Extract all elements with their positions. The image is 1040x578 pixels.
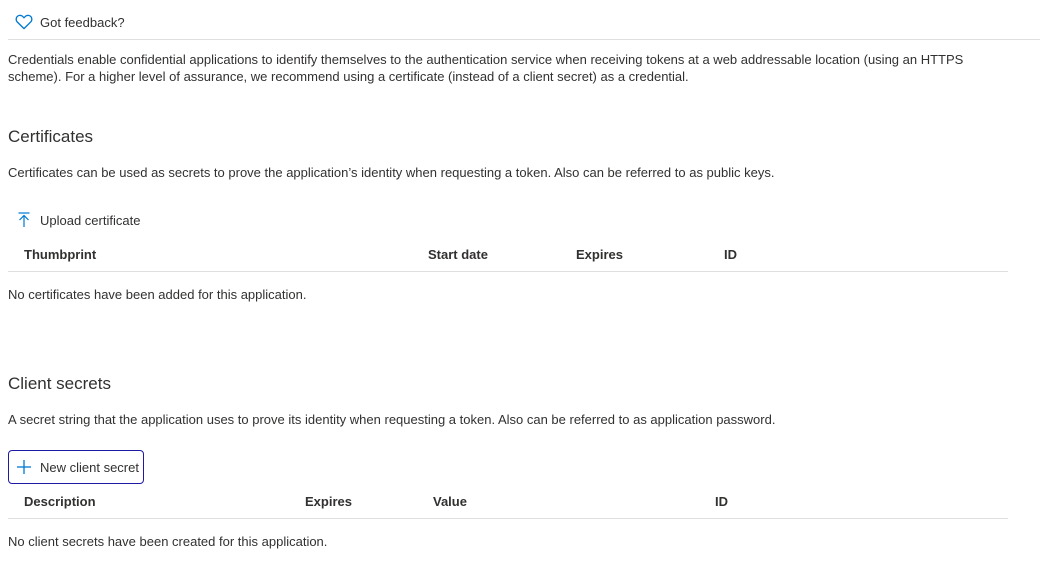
column-header-thumbprint[interactable]: Thumbprint (24, 238, 96, 272)
divider (8, 39, 1040, 40)
certificates-title: Certificates (8, 127, 94, 146)
credentials-page: Got feedback? Credentials enable confide… (0, 0, 1040, 578)
upload-icon (15, 211, 33, 229)
new-client-secret-label: New client secret (40, 459, 139, 475)
feedback-button[interactable]: Got feedback? (8, 8, 125, 36)
column-header-start-date[interactable]: Start date (428, 238, 488, 272)
plus-icon (15, 458, 33, 476)
column-header-expires[interactable]: Expires (576, 238, 623, 272)
credentials-intro: Credentials enable confidential applicat… (8, 52, 964, 84)
client-secrets-empty-message: No client secrets have been created for … (8, 534, 328, 549)
client-secrets-table-header: Description Expires Value ID (8, 485, 1008, 519)
client-secrets-description: A secret string that the application use… (8, 412, 776, 427)
column-header-expires[interactable]: Expires (305, 485, 352, 519)
column-header-id[interactable]: ID (715, 485, 728, 519)
column-header-description[interactable]: Description (24, 485, 96, 519)
certificates-table-header: Thumbprint Start date Expires ID (8, 238, 1008, 272)
client-secrets-title: Client secrets (8, 374, 111, 393)
column-header-value[interactable]: Value (433, 485, 467, 519)
certificates-description: Certificates can be used as secrets to p… (8, 165, 775, 180)
upload-certificate-label: Upload certificate (40, 212, 141, 228)
certificates-empty-message: No certificates have been added for this… (8, 287, 307, 302)
feedback-label: Got feedback? (40, 14, 125, 30)
upload-certificate-button[interactable]: Upload certificate (8, 203, 145, 237)
column-header-id[interactable]: ID (724, 238, 737, 272)
heart-icon (12, 10, 36, 34)
new-client-secret-button[interactable]: New client secret (8, 450, 144, 484)
